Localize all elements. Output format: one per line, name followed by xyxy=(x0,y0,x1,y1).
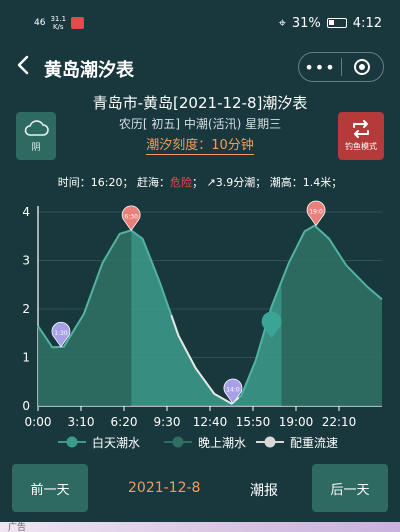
tide-scale-link[interactable]: 潮汐刻度：10分钟 xyxy=(146,138,254,155)
sea-label: 赶海： xyxy=(136,176,170,189)
swap-icon xyxy=(353,120,369,138)
y-tick-label: 3 xyxy=(22,254,30,268)
cloud-icon xyxy=(24,120,49,136)
height-value: 1.4米 xyxy=(302,176,332,189)
time-value: 16:20 xyxy=(90,176,123,189)
ad-banner[interactable]: 广告 xyxy=(0,522,400,532)
network-speed-value: 31.1 xyxy=(50,15,67,23)
low-marker-label: 14:0 xyxy=(226,387,240,394)
battery-percent: 31% xyxy=(291,15,321,31)
y-tick-label: 1 xyxy=(22,351,30,365)
tide-report-link[interactable]: 潮报 xyxy=(250,480,278,500)
tide-title: 青岛市-黄岛[2021-12-8]潮汐表 xyxy=(92,94,308,112)
trend-value: ↗3.9分潮 xyxy=(206,176,256,189)
page-title: 黄岛潮汐表 xyxy=(44,60,134,81)
x-tick-label: 0:00 xyxy=(25,415,52,429)
nav-bar: 黄岛潮汐表 ••• xyxy=(0,46,400,88)
y-tick-label: 4 xyxy=(22,205,30,219)
sea-value: 危险 xyxy=(169,176,192,189)
legend-label: 晚上潮水 xyxy=(198,435,246,450)
network-speed: 31.1 K/s xyxy=(50,15,66,31)
x-tick-label: 12:40 xyxy=(193,415,228,429)
x-tick-label: 3:10 xyxy=(68,415,95,429)
more-button[interactable]: ••• xyxy=(299,58,341,77)
legend-label: 白天潮水 xyxy=(92,435,140,450)
notification-app-icon xyxy=(71,17,85,29)
clock: 4:12 xyxy=(352,15,382,31)
weather-label: 阴 xyxy=(31,143,41,153)
high-marker-label: 6:30 xyxy=(124,213,138,220)
low-marker-label: 1:30 xyxy=(54,330,68,337)
x-tick-label: 15:50 xyxy=(236,415,271,429)
target-icon xyxy=(354,59,371,75)
legend-dot xyxy=(172,436,184,448)
legend-dot xyxy=(66,436,78,448)
next-day-button[interactable]: 后一天 xyxy=(312,464,388,512)
status-left: 46 31.1 K/s xyxy=(34,15,85,31)
status-bar: 46 31.1 K/s ⌖ 31% 4:12 xyxy=(0,0,400,46)
current-date[interactable]: 2021-12-8 xyxy=(128,480,200,496)
back-button[interactable] xyxy=(12,54,34,80)
close-button[interactable] xyxy=(342,59,383,75)
time-label: 时间： xyxy=(57,176,91,189)
height-label: 潮高： xyxy=(269,176,303,189)
x-tick-label: 6:20 xyxy=(111,415,138,429)
night-tide-area xyxy=(281,225,382,406)
chevron-left-icon xyxy=(17,55,29,75)
y-tick-label: 2 xyxy=(22,302,30,316)
battery-icon xyxy=(326,18,347,28)
network-indicator: 46 xyxy=(34,18,46,28)
day-tide-area xyxy=(131,230,282,406)
legend-dot xyxy=(264,436,276,448)
x-tick-label: 9:30 xyxy=(154,415,181,429)
y-tick-label: 0 xyxy=(22,399,30,413)
mini-program-capsule: ••• xyxy=(298,52,384,82)
tide-chart: 0 1 2 3 4 0:00 3:10 6:20 9:30 12:40 15:50 19:00 22:1… xyxy=(22,200,383,450)
x-tick-label: 19:00 xyxy=(279,415,314,429)
night-tide-area xyxy=(38,230,132,406)
tide-metrics: 时间：16:20； 赶海：危险； ↗3.9分潮； 潮高：1.4米； xyxy=(57,176,343,189)
location-icon: ⌖ xyxy=(278,15,286,31)
ad-label: 广告 xyxy=(8,523,27,532)
weather-button[interactable]: 阴 xyxy=(16,112,56,160)
high-marker-label: 19:0 xyxy=(309,209,323,216)
x-tick-label: 22:10 xyxy=(322,415,357,429)
network-speed-unit: K/s xyxy=(52,23,64,31)
bottom-bar: 前一天 2021-12-8 潮报 后一天 xyxy=(0,460,400,520)
status-right: ⌖ 31% 4:12 xyxy=(279,16,382,31)
fishing-mode-button[interactable]: 钓鱼模式 xyxy=(338,112,384,160)
prev-day-button[interactable]: 前一天 xyxy=(12,464,88,512)
fishing-mode-label: 钓鱼模式 xyxy=(345,142,377,151)
legend-label: 配重流速 xyxy=(290,436,338,450)
